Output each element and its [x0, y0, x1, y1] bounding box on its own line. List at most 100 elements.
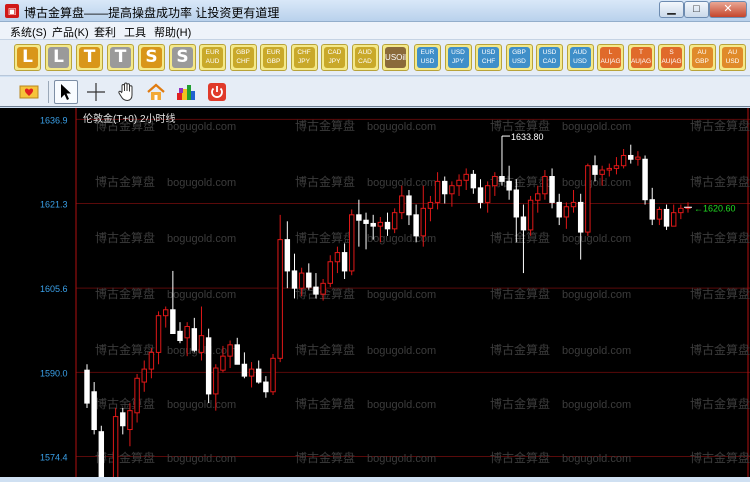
color-blocks-tool-button[interactable]: [174, 80, 198, 104]
arrow-cursor-tool-button[interactable]: [54, 80, 78, 104]
pair-button-5[interactable]: AUD CAD: [351, 44, 379, 71]
letter-button-label: L: [17, 47, 38, 68]
watermark-text: 博古金算盘: [690, 450, 750, 465]
menu-tools[interactable]: 工具: [124, 24, 146, 40]
pair-button-bottom: CHF: [481, 58, 496, 65]
pair-button-2[interactable]: EUR GBP: [260, 44, 287, 71]
pair-button-17[interactable]: AU USD: [719, 44, 746, 71]
maximize-button[interactable]: □: [684, 1, 709, 18]
pair-button-7[interactable]: EUR USD: [414, 44, 441, 71]
pair-button-top: AU: [697, 49, 707, 56]
candle-body: [506, 180, 512, 191]
candle-body: [91, 391, 97, 431]
envelope-tool-button[interactable]: [17, 80, 41, 104]
pair-button-top: AUD: [358, 49, 372, 56]
chart-title: 伦敦金(T+0) 2小时线: [83, 112, 176, 125]
candle-body: [127, 410, 133, 431]
candle-body: [198, 335, 205, 353]
pair-button-top: USOil: [385, 53, 406, 62]
watermark-text: 博古金算盘: [690, 118, 750, 133]
pair-button-6[interactable]: USOil: [382, 44, 409, 71]
candle-body: [241, 363, 248, 377]
pair-button-top: CHF: [297, 49, 311, 56]
pair-button-10[interactable]: GBP USD: [505, 44, 533, 71]
pair-button-11[interactable]: USD CAD: [536, 44, 563, 71]
pair-button-4[interactable]: CAD JPY: [321, 44, 348, 71]
hand-tool-button[interactable]: [114, 80, 138, 104]
candle-body: [649, 199, 655, 220]
candle-body: [341, 252, 348, 272]
pair-button-top: GBP: [512, 49, 526, 56]
watermark-url: bogugold.com: [562, 233, 631, 245]
pair-button-top: AUD: [573, 49, 587, 56]
candle-body: [248, 368, 255, 377]
pair-button-3[interactable]: CHF JPY: [290, 44, 318, 71]
pair-button-top: USD: [481, 49, 496, 56]
pair-button-bottom: JPY: [452, 58, 464, 65]
watermark-text: 博古金算盘: [295, 342, 355, 357]
pair-button-bottom: USD: [725, 58, 740, 65]
color-blocks-icon: [176, 83, 196, 101]
letter-button-2[interactable]: T: [76, 44, 103, 71]
candle-body: [141, 368, 147, 383]
letter-button-label: L: [48, 47, 69, 68]
pair-button-15[interactable]: S AU|AG: [658, 44, 685, 71]
menu-products[interactable]: 产品(K): [52, 24, 89, 40]
watermark-url: bogugold.com: [562, 399, 631, 411]
candle-body: [162, 309, 169, 317]
watermark-url: bogugold.com: [167, 121, 236, 133]
y-tick-label: 1636.9: [40, 115, 68, 125]
home-tool-button[interactable]: [144, 80, 168, 104]
pair-button-top: S: [669, 49, 674, 56]
pair-button-16[interactable]: AU GBP: [688, 44, 716, 71]
candle-body: [592, 165, 598, 175]
watermark-text: 博古金算盘: [490, 450, 550, 465]
letter-button-label: S: [141, 47, 162, 68]
pair-button-14[interactable]: T AU|AG: [627, 44, 655, 71]
candle-body: [370, 222, 376, 227]
candle-body: [184, 325, 190, 339]
watermark-url: bogugold.com: [167, 453, 236, 465]
pair-button-bottom: CHF: [236, 58, 250, 65]
letter-button-0[interactable]: L: [14, 44, 41, 71]
candle-body: [678, 207, 684, 214]
pair-button-1[interactable]: GBP CHF: [229, 44, 257, 71]
product-toolbar: L L T T S S EUR AUD GBP CHF EUR GBP CHF JPY CAD JPY AUD C…: [0, 40, 750, 76]
menu-help[interactable]: 帮助(H): [154, 24, 191, 40]
candle-body: [563, 206, 570, 218]
menu-arbitrage[interactable]: 套利: [94, 24, 116, 40]
pair-button-0[interactable]: EUR AUD: [199, 44, 226, 71]
letter-button-5[interactable]: S: [169, 44, 196, 71]
power-tool-button[interactable]: [205, 80, 229, 104]
watermark-text: 博古金算盘: [295, 174, 355, 189]
candle-body: [406, 195, 412, 216]
minimize-button[interactable]: ▁: [659, 1, 684, 18]
candle-body: [527, 199, 534, 231]
letter-button-3[interactable]: T: [107, 44, 134, 71]
candlestick-chart: 1636.9 1621.3 1605.6 1590.0 1574.4 博古金算盘 bogug…: [40, 108, 750, 482]
candle-body: [120, 412, 126, 427]
candle-body: [477, 187, 484, 203]
letter-button-4[interactable]: S: [138, 44, 165, 71]
watermark-text: 博古金算盘: [295, 230, 355, 245]
pair-button-9[interactable]: USD CHF: [475, 44, 502, 71]
pair-button-13[interactable]: L AU|AG: [597, 44, 624, 71]
pair-button-top: EUR: [420, 49, 435, 56]
candle-body: [334, 252, 341, 263]
pair-button-12[interactable]: AUD USD: [566, 44, 594, 71]
candle-body: [635, 156, 641, 160]
candle-body: [205, 337, 212, 395]
watermark-text: 博古金算盘: [295, 118, 355, 133]
letter-button-1[interactable]: L: [45, 44, 72, 71]
pair-button-8[interactable]: USD JPY: [444, 44, 472, 71]
price-chart[interactable]: 1636.9 1621.3 1605.6 1590.0 1574.4 博古金算盘 bogug…: [0, 108, 750, 482]
menu-system[interactable]: 系统(S): [10, 24, 47, 40]
crosshair-tool-button[interactable]: [84, 80, 108, 104]
candle-body: [270, 357, 276, 393]
candle-body: [349, 214, 355, 272]
candle-body: [298, 272, 305, 289]
pair-button-top: T: [639, 49, 643, 56]
candle-body: [542, 176, 548, 195]
close-button[interactable]: ✕: [709, 1, 747, 18]
watermark-text: 博古金算盘: [690, 342, 750, 357]
